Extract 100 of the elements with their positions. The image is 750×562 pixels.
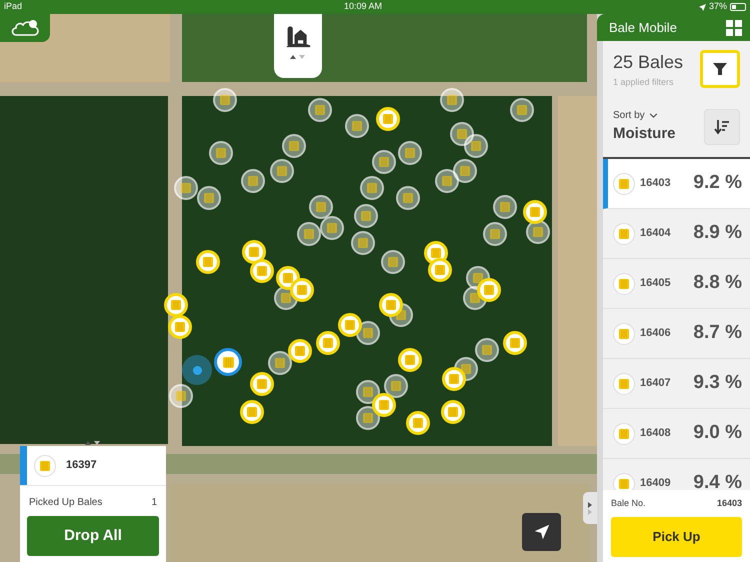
bale-icon bbox=[222, 356, 234, 368]
location-arrow-icon bbox=[698, 4, 706, 10]
bale-count: 25 Bales bbox=[613, 50, 684, 74]
cloud-icon bbox=[10, 18, 40, 38]
bale-icon bbox=[175, 390, 187, 402]
bale-icon bbox=[481, 344, 493, 356]
bale-icon bbox=[447, 406, 459, 418]
bale-list-item[interactable]: 16403 9.2 % bbox=[603, 159, 750, 209]
bale-no-value: 16403 bbox=[716, 497, 742, 510]
bale-icon bbox=[402, 192, 414, 204]
collapse-handle[interactable] bbox=[583, 492, 597, 524]
bale-icon bbox=[472, 272, 484, 284]
filter-summary: 1 applied filters bbox=[613, 76, 675, 89]
battery-percent: 37% bbox=[708, 0, 727, 14]
bale-icon bbox=[483, 284, 495, 296]
bale-icon bbox=[215, 147, 227, 159]
bale-icon bbox=[288, 140, 300, 152]
app-title: Bale Mobile bbox=[609, 18, 677, 37]
up-down-arrows-icon[interactable] bbox=[85, 440, 101, 446]
bale-icon bbox=[274, 357, 286, 369]
bale-icon bbox=[460, 363, 472, 375]
bale-icon bbox=[404, 147, 416, 159]
bale-icon bbox=[344, 319, 356, 331]
bale-number: 16408 bbox=[640, 426, 672, 442]
bale-icon bbox=[618, 328, 630, 340]
bale-icon bbox=[378, 399, 390, 411]
sort-order-button[interactable] bbox=[704, 109, 740, 145]
bale-icon bbox=[459, 165, 471, 177]
bale-icon bbox=[39, 460, 51, 472]
sort-descending-icon bbox=[714, 119, 730, 135]
grid-menu-icon[interactable] bbox=[726, 20, 742, 36]
bale-icon bbox=[315, 201, 327, 213]
bale-icon bbox=[219, 94, 231, 106]
bale-no-label: Bale No. bbox=[611, 497, 646, 510]
bale-icon bbox=[366, 182, 378, 194]
chevron-down-icon[interactable] bbox=[648, 113, 658, 118]
drop-all-button[interactable]: Drop All bbox=[27, 516, 159, 556]
bale-icon bbox=[174, 321, 186, 333]
bale-icon bbox=[362, 412, 374, 424]
bale-icon bbox=[276, 165, 288, 177]
filter-button[interactable] bbox=[700, 50, 740, 88]
bale-icon bbox=[203, 192, 215, 204]
bale-icon bbox=[618, 378, 630, 390]
bale-icon bbox=[618, 478, 630, 490]
bale-icon bbox=[170, 299, 182, 311]
bale-icon bbox=[404, 354, 416, 366]
moisture-value: 9.3 % bbox=[693, 371, 742, 396]
bale-icon bbox=[618, 278, 630, 290]
bale-icon bbox=[430, 247, 442, 259]
bale-icon bbox=[351, 120, 363, 132]
moisture-value: 8.7 % bbox=[693, 321, 742, 346]
bale-icon bbox=[296, 284, 308, 296]
bale-icon bbox=[248, 246, 260, 258]
sort-by-dropdown[interactable]: Sort by bbox=[613, 108, 645, 124]
bale-icon bbox=[378, 156, 390, 168]
bale-icon bbox=[390, 380, 402, 392]
bale-icon bbox=[322, 337, 334, 349]
bale-icon bbox=[618, 228, 630, 240]
bale-icon bbox=[294, 345, 306, 357]
bale-icon bbox=[499, 201, 511, 213]
bale-icon bbox=[529, 206, 541, 218]
bale-icon bbox=[256, 265, 268, 277]
bale-icon bbox=[362, 327, 374, 339]
moisture-value: 8.8 % bbox=[693, 271, 742, 296]
bale-icon bbox=[246, 406, 258, 418]
battery-icon bbox=[730, 3, 746, 11]
bale-icon bbox=[282, 272, 294, 284]
weather-button[interactable] bbox=[0, 14, 50, 42]
navigation-arrow-icon bbox=[532, 523, 550, 541]
bale-icon bbox=[618, 428, 630, 440]
bale-icon bbox=[382, 113, 394, 125]
bale-icon bbox=[456, 128, 468, 140]
bale-icon bbox=[387, 256, 399, 268]
bale-icon bbox=[618, 178, 630, 190]
navigate-button[interactable] bbox=[522, 513, 561, 551]
moisture-value: 9.0 % bbox=[693, 421, 742, 446]
bale-icon bbox=[434, 264, 446, 276]
bale-icon bbox=[516, 104, 528, 116]
bale-icon bbox=[489, 228, 501, 240]
bale-icon bbox=[385, 299, 397, 311]
bale-icon bbox=[314, 104, 326, 116]
bale-icon bbox=[448, 373, 460, 385]
left-right-arrows-icon bbox=[587, 501, 593, 515]
bale-icon bbox=[532, 226, 544, 238]
sort-field: Moisture bbox=[613, 123, 676, 146]
selection-indicator bbox=[20, 446, 27, 485]
bale-icon bbox=[247, 175, 259, 187]
picked-up-count: 1 bbox=[151, 496, 157, 510]
moisture-value: 9.4 % bbox=[693, 471, 742, 490]
pick-up-button[interactable]: Pick Up bbox=[611, 516, 742, 556]
clock-time: 10:09 AM bbox=[344, 0, 384, 14]
farm-button[interactable] bbox=[274, 14, 322, 78]
bale-icon bbox=[441, 175, 453, 187]
bale-icon bbox=[326, 222, 338, 234]
moisture-value: 8.9 % bbox=[693, 221, 742, 246]
bale-icon bbox=[303, 228, 315, 240]
bale-number: 16403 bbox=[640, 176, 672, 192]
bale-icon bbox=[256, 378, 268, 390]
bale-number: 16407 bbox=[640, 376, 672, 392]
filter-icon bbox=[713, 63, 727, 75]
